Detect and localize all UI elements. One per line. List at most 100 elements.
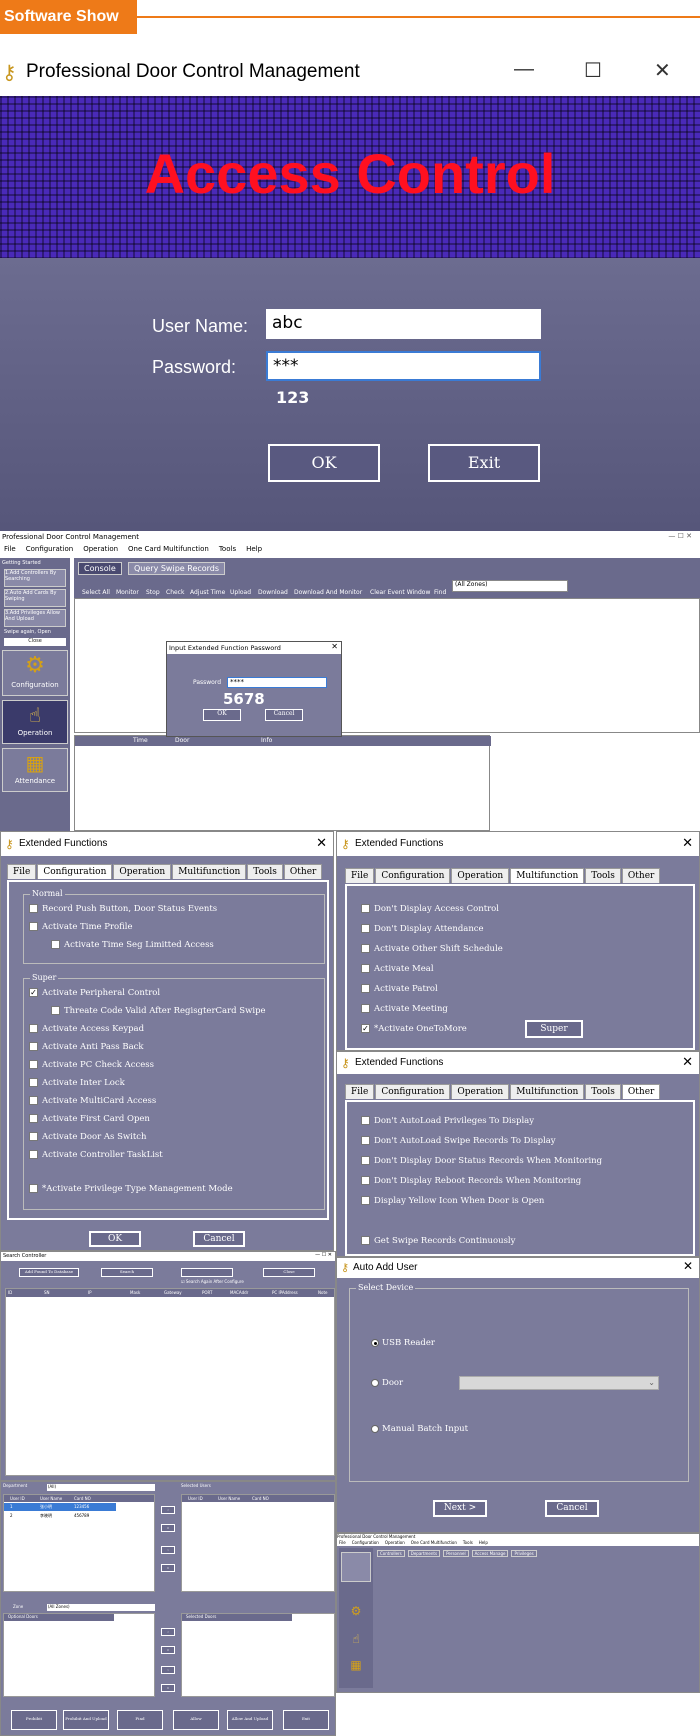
pwd-cancel-button[interactable]: Cancel	[265, 709, 303, 721]
ext1-tab-file[interactable]: File	[7, 864, 37, 879]
search-close-button[interactable]: Close	[263, 1268, 315, 1277]
ext3-close-icon[interactable]: ✕	[682, 1054, 693, 1070]
ext3-tab-tools[interactable]: Tools	[585, 1084, 621, 1099]
search-blank-button[interactable]	[181, 1268, 233, 1277]
ext1-ok-button[interactable]: OK	[89, 1231, 141, 1247]
tool-stop[interactable]: Stop	[146, 589, 160, 596]
checkbox-icon[interactable]	[29, 922, 38, 931]
tool-find[interactable]: Find	[434, 589, 446, 596]
ok-button[interactable]: OK	[268, 444, 380, 482]
ext2-tab-operation[interactable]: Operation	[451, 868, 510, 883]
ext3-tab-file[interactable]: File	[345, 1084, 375, 1099]
ext1-tab-configuration[interactable]: Configuration	[37, 864, 113, 879]
nav-configuration[interactable]: ⚙ Configuration	[2, 650, 68, 696]
nav-attendance[interactable]: ▦ Attendance	[2, 748, 68, 792]
step-1[interactable]: 1.Add Controllers By Searching	[4, 569, 66, 587]
super-item-2[interactable]: Threate Code Valid After RegisgterCard S…	[51, 1006, 266, 1016]
ext1-tab-other[interactable]: Other	[283, 864, 323, 879]
other-item-1[interactable]: Don't AutoLoad Privileges To Display	[361, 1116, 534, 1126]
menu-operation[interactable]: Operation	[83, 545, 118, 557]
mini-menu-operation[interactable]: Operation	[385, 1540, 405, 1546]
ext3-tab-multifunction[interactable]: Multifunction	[510, 1084, 585, 1099]
close-icon[interactable]: ✕	[654, 58, 671, 83]
super-item-1[interactable]: ✓ Activate Peripheral Control	[29, 988, 160, 998]
radio-icon[interactable]	[371, 1424, 379, 1433]
tool-upload[interactable]: Upload	[230, 589, 251, 596]
auto-add-cancel-button[interactable]: Cancel	[545, 1500, 599, 1517]
super-item-7[interactable]: Activate MultiCard Access	[29, 1096, 156, 1106]
super-item-3[interactable]: Activate Access Keypad	[29, 1024, 144, 1034]
mini-menu-help[interactable]: Help	[479, 1540, 488, 1546]
mini-tab-personnel[interactable]: Personnel	[443, 1550, 469, 1557]
super-item-4[interactable]: Activate Anti Pass Back	[29, 1042, 144, 1052]
allow-button[interactable]: Allow	[173, 1710, 219, 1730]
add-one-door-button[interactable]: ›	[161, 1628, 175, 1636]
priv-exit-button[interactable]: Exit	[283, 1710, 329, 1730]
normal-item-3[interactable]: Activate Time Seg Limitted Access	[51, 940, 214, 950]
checkbox-icon[interactable]	[361, 1236, 370, 1245]
normal-item-1[interactable]: Record Push Button, Door Status Events	[29, 904, 217, 914]
multi-item-3[interactable]: Activate Other Shift Schedule	[361, 944, 503, 954]
mini-menu-one-card[interactable]: One Card Multifunction	[411, 1540, 457, 1546]
pwd-ok-button[interactable]: OK	[203, 709, 241, 721]
table-row[interactable]: 1 张小明 123456	[4, 1503, 116, 1511]
checkbox-icon[interactable]	[51, 940, 60, 949]
checkbox-icon[interactable]	[361, 984, 370, 993]
checkbox-icon[interactable]	[29, 1132, 38, 1141]
multi-item-2[interactable]: Don't Display Attendance	[361, 924, 484, 934]
menu-configuration[interactable]: Configuration	[26, 545, 73, 557]
checkbox-icon[interactable]	[29, 1114, 38, 1123]
mini-tab-access-manage[interactable]: Access Manage	[471, 1550, 509, 1557]
remove-all-users-button[interactable]: «	[161, 1564, 175, 1572]
mini-hand-icon[interactable]: ☝	[341, 1632, 371, 1654]
step-3[interactable]: 3.Add Privileges Allow And Upload	[4, 609, 66, 627]
super-item-6[interactable]: Activate Inter Lock	[29, 1078, 125, 1088]
ext1-tab-tools[interactable]: Tools	[247, 864, 283, 879]
checkbox-icon[interactable]	[361, 1176, 370, 1185]
multi-item-5[interactable]: Activate Patrol	[361, 984, 438, 994]
super-item-10[interactable]: Activate Controller TaskList	[29, 1150, 163, 1160]
checkbox-checked-icon[interactable]: ☑	[181, 1279, 185, 1284]
super-item-8[interactable]: Activate First Card Open	[29, 1114, 150, 1124]
multi-item-4[interactable]: Activate Meal	[361, 964, 434, 974]
multi-item-6[interactable]: Activate Meeting	[361, 1004, 448, 1014]
super-button[interactable]: Super	[525, 1020, 583, 1038]
checkbox-icon[interactable]	[29, 1042, 38, 1051]
tool-download[interactable]: Download	[258, 589, 288, 596]
other-item-2[interactable]: Don't AutoLoad Swipe Records To Display	[361, 1136, 556, 1146]
tab-console[interactable]: Console	[78, 562, 122, 575]
ext1-cancel-button[interactable]: Cancel	[193, 1231, 245, 1247]
checkbox-icon[interactable]	[361, 1136, 370, 1145]
pwd-dialog-input[interactable]: ****	[227, 677, 327, 688]
next-button[interactable]: Next >	[433, 1500, 487, 1517]
ext2-tab-multifunction[interactable]: Multifunction	[510, 868, 585, 883]
ext2-close-icon[interactable]: ✕	[682, 835, 693, 851]
remove-one-user-button[interactable]: ‹	[161, 1546, 175, 1554]
tool-select-all[interactable]: Select All	[82, 589, 110, 596]
other-item-3[interactable]: Don't Display Door Status Records When M…	[361, 1156, 602, 1166]
tool-adjust-time[interactable]: Adjust Time	[190, 589, 225, 596]
password-input[interactable]: ***	[266, 351, 541, 381]
mini-gear-icon[interactable]: ⚙	[341, 1604, 371, 1628]
add-found-button[interactable]: Add Found To Database	[19, 1268, 79, 1277]
ext2-tab-configuration[interactable]: Configuration	[375, 868, 451, 883]
checkbox-icon[interactable]	[29, 1024, 38, 1033]
radio-selected-icon[interactable]	[371, 1338, 379, 1347]
menu-file[interactable]: File	[4, 545, 16, 557]
mini-attendance-icon[interactable]: ▦	[341, 1658, 371, 1680]
mini-tab-privileges[interactable]: Privileges	[511, 1550, 537, 1557]
checkbox-icon[interactable]	[361, 1116, 370, 1125]
tool-download-monitor[interactable]: Download And Monitor	[294, 589, 362, 596]
table-row[interactable]: 2 李晓明 456789	[4, 1512, 116, 1520]
allow-upload-button[interactable]: Allow And Upload	[227, 1710, 273, 1730]
minimize-icon[interactable]: —	[514, 58, 534, 81]
ext3-tab-other[interactable]: Other	[621, 1084, 661, 1099]
nav-operation[interactable]: ☝ Operation	[2, 700, 68, 744]
multi-item-1[interactable]: Don't Display Access Control	[361, 904, 499, 914]
other-item-6[interactable]: Get Swipe Records Continuously	[361, 1236, 515, 1246]
menu-help[interactable]: Help	[246, 545, 262, 557]
checkbox-icon[interactable]	[51, 1006, 60, 1015]
pwd-dialog-close-icon[interactable]: ✕	[331, 642, 338, 651]
checkbox-icon[interactable]	[361, 1156, 370, 1165]
ext2-tab-file[interactable]: File	[345, 868, 375, 883]
